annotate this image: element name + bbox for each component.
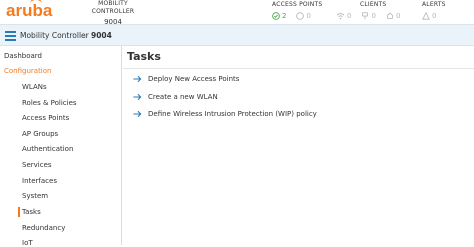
task-define-wip[interactable]: Define Wireless Intrusion Protection (WI…: [133, 110, 317, 118]
menu-icon[interactable]: [5, 31, 16, 41]
wireless-clients-count: 0: [347, 12, 352, 20]
sidebar-item-wlans[interactable]: WLANs: [22, 83, 47, 91]
wired-clients-count: 0: [371, 12, 376, 20]
task-deploy-aps[interactable]: Deploy New Access Points: [133, 75, 239, 83]
breadcrumb-separator: ›: [85, 31, 88, 40]
active-indicator: [18, 207, 20, 217]
sidebar-item-redundancy[interactable]: Redundancy: [22, 224, 65, 232]
sidebar-item-tasks[interactable]: Tasks: [22, 208, 41, 216]
alerts-count: 0: [432, 12, 437, 20]
task-label: Create a new WLAN: [148, 93, 218, 101]
wifi-icon: [336, 13, 345, 20]
task-create-wlan[interactable]: Create a new WLAN: [133, 93, 218, 101]
alerts-summary[interactable]: ALERTS 0: [422, 1, 446, 20]
access-points-summary[interactable]: ACCESS POINTS 2 0: [272, 1, 322, 20]
check-circle-icon: [272, 12, 280, 20]
sidebar: Dashboard Configuration WLANs Roles & Po…: [0, 46, 122, 247]
top-header: aruba MOBILITY CONTROLLER 9004 ACCESS PO…: [0, 0, 474, 26]
page-title: Tasks: [127, 50, 161, 63]
ap-up-stat[interactable]: 2: [272, 12, 286, 20]
breadcrumb-bar: Mobility Controller › 9004: [0, 24, 474, 46]
remote-clients-stat[interactable]: 0: [386, 12, 400, 20]
title-divider: [123, 68, 474, 69]
ap-down-count: 0: [306, 12, 311, 20]
arrow-right-icon: [133, 93, 142, 101]
logo-arc-icon: [30, 0, 42, 6]
main-content: Tasks Deploy New Access Points Create a …: [123, 46, 474, 245]
arrow-right-icon: [133, 75, 142, 83]
controller-title: MOBILITY CONTROLLER: [91, 0, 135, 15]
remote-clients-count: 0: [395, 12, 401, 20]
sidebar-item-iot[interactable]: IoT: [22, 239, 33, 247]
breadcrumb-current[interactable]: 9004: [91, 31, 112, 40]
ap-down-stat[interactable]: 0: [296, 12, 311, 20]
alerts-title: ALERTS: [422, 1, 446, 8]
task-label: Deploy New Access Points: [148, 75, 240, 83]
clients-title: CLIENTS: [359, 1, 387, 8]
sidebar-item-configuration[interactable]: Configuration: [4, 67, 51, 75]
access-points-title: ACCESS POINTS: [272, 1, 323, 8]
remote-icon: [387, 12, 393, 19]
breadcrumb-root[interactable]: Mobility Controller: [20, 31, 89, 40]
sidebar-item-interfaces[interactable]: Interfaces: [22, 177, 57, 185]
wireless-clients-stat[interactable]: 0: [336, 12, 351, 20]
sidebar-item-authentication[interactable]: Authentication: [22, 145, 73, 153]
controller-info: MOBILITY CONTROLLER 9004: [80, 0, 146, 26]
alert-icon: [422, 12, 430, 20]
wired-icon: [362, 12, 369, 20]
sidebar-item-access-points[interactable]: Access Points: [22, 114, 69, 122]
sidebar-item-ap-groups[interactable]: AP Groups: [22, 130, 58, 138]
ap-up-count: 2: [282, 12, 287, 20]
ap-down-icon: [296, 12, 305, 20]
sidebar-item-dashboard[interactable]: Dashboard: [4, 52, 42, 60]
sidebar-item-roles-policies[interactable]: Roles & Policies: [22, 99, 77, 107]
arrow-right-icon: [133, 110, 142, 118]
sidebar-item-system[interactable]: System: [22, 192, 48, 200]
wired-clients-stat[interactable]: 0: [361, 12, 376, 20]
sidebar-item-services[interactable]: Services: [22, 161, 52, 169]
task-label: Define Wireless Intrusion Protection (WI…: [148, 110, 317, 118]
alerts-stat[interactable]: 0: [422, 12, 436, 20]
clients-summary[interactable]: CLIENTS 0 0 0: [336, 1, 400, 20]
